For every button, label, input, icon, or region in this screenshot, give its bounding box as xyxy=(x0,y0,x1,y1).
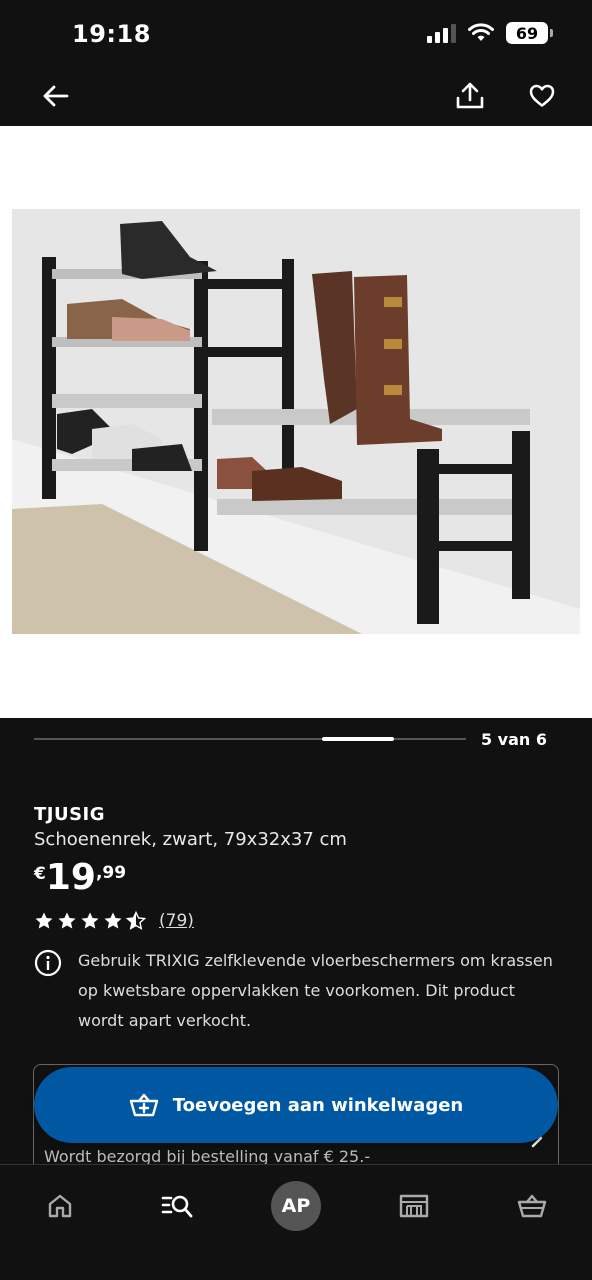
pager-counter: 5 van 6 xyxy=(480,730,547,749)
price-decimal: ,99 xyxy=(95,863,127,883)
share-button[interactable] xyxy=(450,76,490,116)
status-time: 19:18 xyxy=(72,20,151,48)
bottom-nav: AP xyxy=(0,1164,592,1280)
basket-icon xyxy=(517,1194,547,1218)
share-icon xyxy=(456,82,484,109)
heart-icon xyxy=(529,84,555,107)
price-integer: 19 xyxy=(45,857,96,898)
star-full-icon xyxy=(81,912,99,929)
info-notice-text: Gebruik TRIXIG zelfklevende vloerbescher… xyxy=(78,951,553,1030)
product-name: TJUSIG xyxy=(34,804,106,825)
tab-profile[interactable]: AP xyxy=(271,1181,321,1231)
product-rating[interactable]: (79) xyxy=(34,911,194,931)
star-full-icon xyxy=(35,912,53,929)
favorite-button[interactable] xyxy=(522,76,562,116)
product-photo xyxy=(12,209,580,634)
status-icons: 69 xyxy=(427,22,553,44)
arrow-left-icon xyxy=(43,85,69,107)
product-description: Schoenenrek, zwart, 79x32x37 cm xyxy=(34,829,347,850)
star-full-icon xyxy=(104,912,122,929)
tab-search[interactable] xyxy=(152,1181,202,1231)
wifi-icon xyxy=(468,23,494,41)
top-nav xyxy=(0,66,592,126)
avatar: AP xyxy=(271,1181,321,1231)
basket-plus-icon xyxy=(129,1093,158,1117)
tab-home[interactable] xyxy=(35,1181,85,1231)
signal-icon xyxy=(427,23,456,43)
home-icon xyxy=(48,1194,72,1218)
price-currency: € xyxy=(34,864,46,884)
pager-thumb xyxy=(322,737,394,741)
status-bar: 19:18 69 xyxy=(0,0,592,66)
back-button[interactable] xyxy=(36,76,76,116)
add-to-cart-button[interactable]: Toevoegen aan winkelwagen xyxy=(34,1067,558,1143)
search-list-icon xyxy=(161,1195,193,1218)
tab-cart[interactable] xyxy=(507,1181,557,1231)
gallery-pager: 5 van 6 xyxy=(0,718,592,762)
pager-track xyxy=(34,737,466,741)
tab-store[interactable] xyxy=(389,1181,439,1231)
store-icon xyxy=(399,1194,429,1218)
product-image-carousel[interactable] xyxy=(0,126,592,718)
star-half-icon xyxy=(126,911,146,930)
info-icon xyxy=(34,949,62,977)
add-to-cart-label: Toevoegen aan winkelwagen xyxy=(172,1094,464,1116)
product-price: € 19 ,99 xyxy=(34,858,126,898)
battery-indicator: 69 xyxy=(506,22,553,44)
rating-count-link[interactable]: (79) xyxy=(159,911,194,931)
star-full-icon xyxy=(58,912,76,929)
